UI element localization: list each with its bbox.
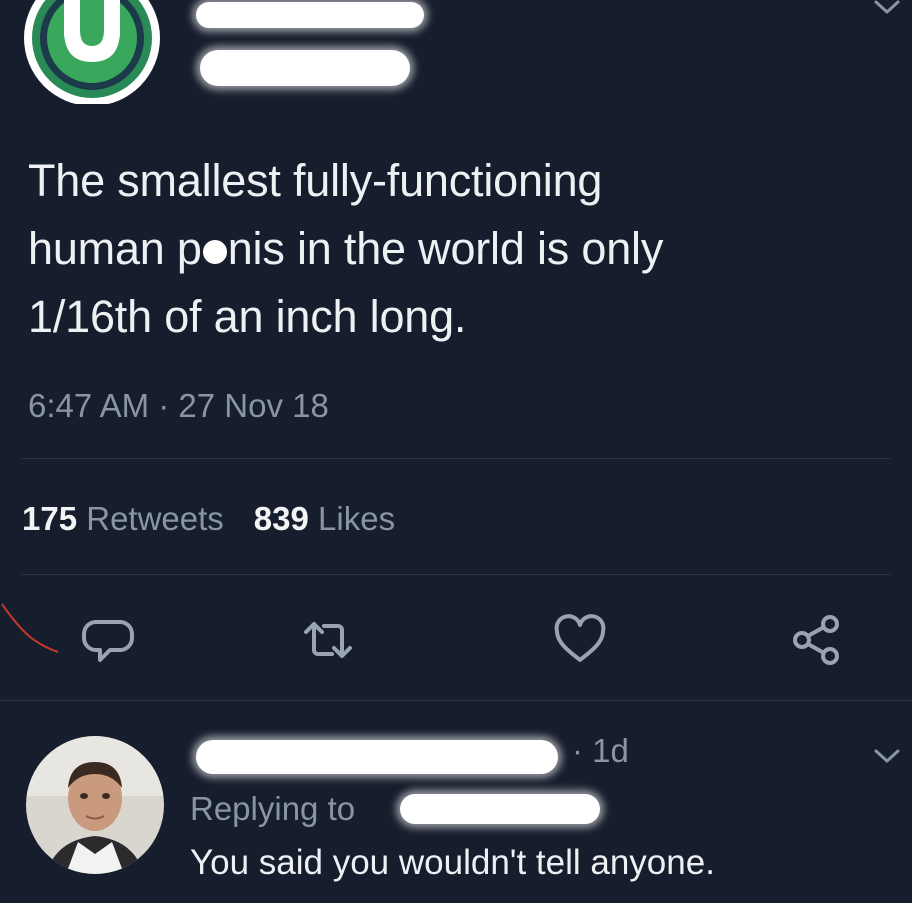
tweet-text-line: human p nis in the world is only	[28, 215, 888, 283]
tweet-text-line: 1/16th of an inch long.	[28, 291, 467, 342]
retweets-count: 175	[22, 500, 78, 537]
censor-dot	[202, 240, 227, 265]
tweet-screen: The smallest fully-functioning human p ni…	[0, 0, 912, 903]
divider	[22, 574, 890, 575]
replying-to-label: Replying to	[190, 790, 356, 827]
likes-label: Likes	[318, 500, 396, 537]
chevron-down-icon[interactable]	[872, 0, 902, 16]
share-nodes-icon[interactable]	[788, 612, 844, 668]
tweet-text-part: nis in the world is only	[227, 223, 664, 274]
redacted-replying-handle	[400, 794, 600, 824]
reply-avatar[interactable]	[26, 736, 164, 874]
speech-bubble-icon[interactable]	[80, 612, 136, 668]
tweet-text-line: The smallest fully-functioning	[28, 155, 603, 206]
tweet-text-part: human p	[28, 223, 202, 274]
heart-icon[interactable]	[552, 612, 608, 668]
redacted-display-name	[196, 2, 424, 28]
tweet-stats: 175 Retweets 839 Likes	[22, 500, 425, 538]
person-photo	[26, 736, 164, 874]
redacted-reply-name	[196, 740, 558, 774]
chevron-down-icon[interactable]	[872, 748, 902, 766]
likes-count: 839	[253, 500, 309, 537]
likes-stat[interactable]: 839 Likes	[254, 500, 395, 537]
retweets-label: Retweets	[86, 500, 224, 537]
tweet-timestamp[interactable]: 6:47 AM · 27 Nov 18	[28, 387, 329, 425]
tweet-text: The smallest fully-functioning human p ni…	[28, 147, 888, 351]
reply-time[interactable]: · 1d	[572, 732, 629, 770]
retweet-arrows-icon[interactable]	[300, 612, 356, 668]
redacted-handle	[200, 50, 410, 86]
divider	[0, 700, 912, 701]
divider	[22, 458, 890, 459]
retweets-stat[interactable]: 175 Retweets	[22, 500, 224, 537]
red-line-mark	[1, 603, 59, 653]
account-avatar[interactable]	[22, 0, 162, 106]
reply-text: You said you wouldn't tell anyone.	[190, 843, 715, 882]
u-umlaut-logo-icon	[24, 0, 160, 106]
